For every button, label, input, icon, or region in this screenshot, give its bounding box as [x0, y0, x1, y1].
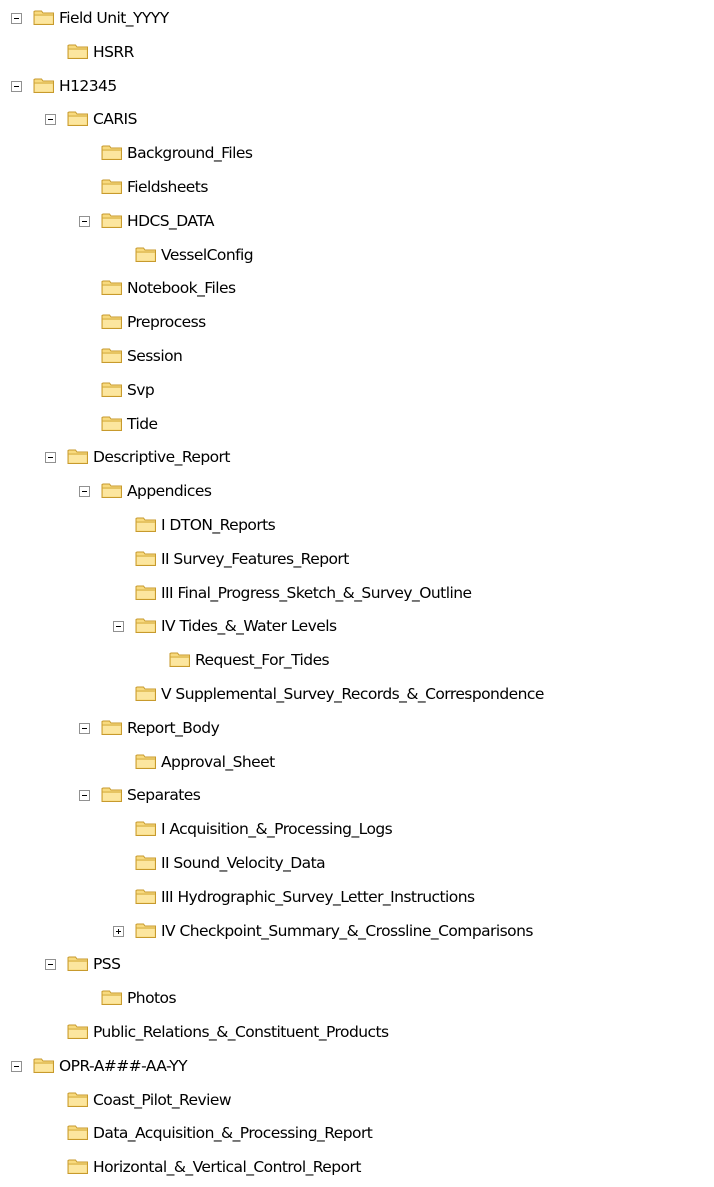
- tree-item-label: Public_Relations_&_Constituent_Products: [93, 1023, 389, 1041]
- collapse-icon[interactable]: [11, 13, 22, 24]
- folder-icon: [101, 481, 123, 499]
- tree-item-label: Svp: [127, 380, 155, 399]
- folder-icon: [101, 177, 123, 195]
- tree-item-label: Background_Files: [127, 144, 253, 163]
- folder-icon: [33, 76, 55, 94]
- folder-icon: [135, 515, 157, 533]
- collapse-icon[interactable]: [45, 959, 56, 971]
- folder-icon: [135, 583, 157, 601]
- folder-icon: [67, 447, 89, 465]
- tree-item-label: Preprocess: [127, 313, 206, 332]
- folder-icon: [101, 785, 123, 803]
- tree-item-label: Data_Acquisition_&_Processing_Report: [93, 1124, 373, 1143]
- folder-icon: [101, 143, 123, 161]
- folder-icon: [101, 278, 123, 296]
- collapse-icon[interactable]: [45, 114, 56, 126]
- tree-item-label: PSS: [93, 955, 121, 974]
- folder-tree: Field Unit_YYYY HSRR H12345 CARIS Background…: [0, 0, 714, 1187]
- tree-item-label: III Hydrographic_Survey_Letter_Instructi…: [161, 887, 475, 906]
- collapse-icon[interactable]: [45, 452, 56, 464]
- folder-icon: [135, 752, 157, 770]
- folder-icon: [33, 1056, 55, 1074]
- tree-item-label: CARIS: [93, 110, 137, 129]
- tree-item-label: IV Checkpoint_Summary_&_Crossline_Compar…: [161, 921, 533, 940]
- folder-icon: [135, 921, 157, 939]
- folder-icon: [135, 245, 157, 263]
- tree-item-label: Descriptive_Report: [93, 448, 230, 467]
- tree-item-label: Separates: [127, 786, 201, 805]
- folder-icon: [101, 312, 123, 330]
- folder-icon: [135, 819, 157, 837]
- collapse-icon[interactable]: [79, 790, 90, 802]
- folder-icon: [67, 42, 89, 60]
- folder-icon: [101, 211, 123, 229]
- tree-item-label: OPR-A###-AA-YY: [59, 1056, 188, 1075]
- folder-icon: [135, 549, 157, 567]
- folder-icon: [135, 684, 157, 702]
- collapse-icon[interactable]: [79, 486, 90, 498]
- tree-item-label: IV Tides_&_Water Levels: [161, 617, 337, 636]
- collapse-icon[interactable]: [79, 215, 90, 227]
- folder-icon: [67, 1123, 89, 1141]
- folder-icon: [101, 988, 123, 1006]
- tree-item-label: V Supplemental_Survey_Records_&_Correspo…: [161, 685, 544, 703]
- folder-icon: [33, 8, 55, 26]
- collapse-icon[interactable]: [79, 722, 90, 734]
- tree-item-label: Appendices: [127, 482, 212, 501]
- folder-icon: [101, 380, 123, 398]
- tree-item-label: I DTON_Reports: [161, 516, 276, 534]
- tree-item-label: HSRR: [93, 42, 134, 61]
- folder-icon: [67, 1090, 89, 1108]
- tree-item-label: I Acquisition_&_Processing_Logs: [161, 820, 393, 839]
- tree-item-label: II Survey_Features_Report: [161, 549, 349, 568]
- tree-item-label: Approval_Sheet: [161, 752, 275, 771]
- collapse-icon[interactable]: [11, 80, 22, 92]
- tree-item-label: Field Unit_YYYY: [59, 9, 169, 27]
- folder-icon: [135, 853, 157, 871]
- folder-icon: [67, 1157, 89, 1175]
- tree-item-label: H12345: [59, 76, 117, 95]
- collapse-icon[interactable]: [11, 1060, 22, 1072]
- tree-item-label: Tide: [127, 414, 158, 433]
- folder-icon: [67, 1022, 89, 1040]
- tree-item-label: III Final_Progress_Sketch_&_Survey_Outli…: [161, 583, 472, 602]
- tree-item-label: II Sound_Velocity_Data: [161, 854, 326, 872]
- tree-item-label: Notebook_Files: [127, 279, 236, 298]
- expand-icon[interactable]: [113, 925, 124, 937]
- folder-icon: [169, 650, 191, 668]
- tree-item-label: Horizontal_&_Vertical_Control_Report: [93, 1158, 361, 1177]
- folder-icon: [135, 887, 157, 905]
- folder-icon: [67, 954, 89, 972]
- folder-icon: [101, 718, 123, 736]
- folder-icon: [67, 109, 89, 127]
- tree-item-label: HDCS_DATA: [127, 211, 215, 230]
- tree-item-label: Coast_Pilot_Review: [93, 1090, 232, 1109]
- tree-item-label: VesselConfig: [161, 245, 254, 264]
- tree-item-label: Request_For_Tides: [195, 651, 330, 670]
- folder-icon: [135, 616, 157, 634]
- folder-icon: [101, 414, 123, 432]
- tree-item-label: Report_Body: [127, 718, 220, 737]
- collapse-icon[interactable]: [113, 621, 124, 633]
- tree-item-label: Session: [127, 347, 183, 365]
- tree-item-label: Fieldsheets: [127, 178, 208, 196]
- tree-item-label: Photos: [127, 989, 177, 1008]
- folder-icon: [101, 346, 123, 364]
